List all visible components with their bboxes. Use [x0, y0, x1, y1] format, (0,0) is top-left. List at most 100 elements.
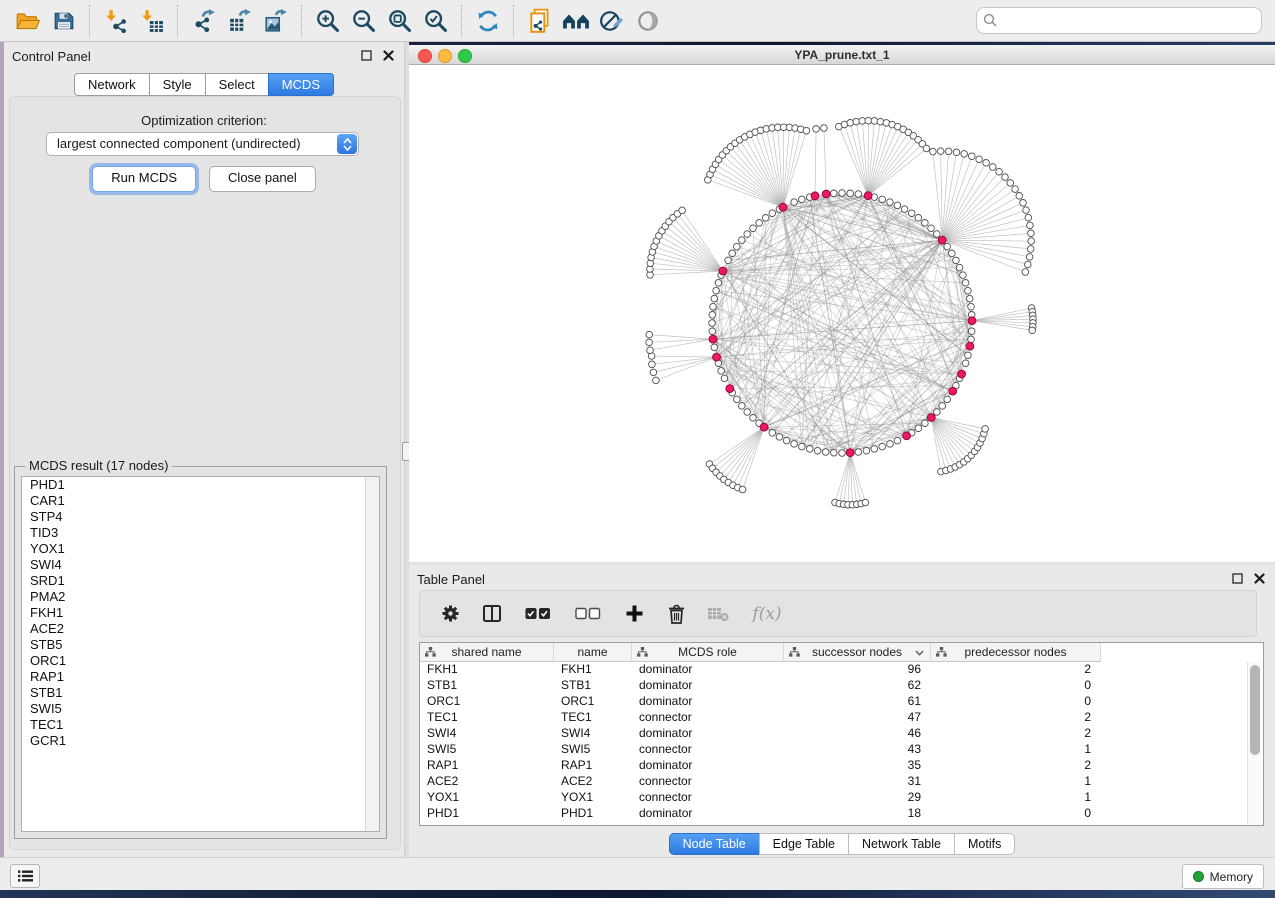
table-cell[interactable]: 2	[931, 710, 1101, 726]
function-builder-button[interactable]: f(x)	[747, 599, 787, 629]
network-node[interactable]	[863, 447, 870, 454]
first-neighbors-button[interactable]	[558, 4, 594, 38]
table-cell[interactable]: 0	[931, 694, 1101, 710]
table-tab-node-table[interactable]: Node Table	[669, 833, 760, 855]
close-panel-icon[interactable]	[383, 50, 394, 61]
table-row[interactable]: RAP1RAP1dominator352	[420, 758, 1248, 774]
table-cell[interactable]: FKH1	[554, 662, 632, 678]
network-leaf-node[interactable]	[646, 339, 653, 346]
mcds-result-item[interactable]: TEC1	[22, 717, 379, 733]
network-node[interactable]	[960, 272, 967, 279]
network-node[interactable]	[956, 264, 963, 271]
network-node[interactable]	[762, 215, 769, 222]
mcds-hub-node[interactable]	[958, 370, 966, 378]
mcds-result-item[interactable]: ORC1	[22, 653, 379, 669]
mcds-hub-node[interactable]	[713, 353, 721, 361]
table-cell[interactable]: STB1	[554, 678, 632, 694]
table-cell[interactable]: 2	[931, 726, 1101, 742]
table-cell[interactable]: 46	[784, 726, 931, 742]
network-leaf-node[interactable]	[930, 148, 937, 155]
network-leaf-node[interactable]	[813, 126, 820, 133]
table-tab-edge-table[interactable]: Edge Table	[759, 833, 849, 855]
table-row[interactable]: SWI4SWI4dominator462	[420, 726, 1248, 742]
mcds-hub-node[interactable]	[709, 335, 717, 343]
unselect-all-button[interactable]	[571, 599, 605, 629]
network-node[interactable]	[922, 420, 929, 427]
network-node[interactable]	[709, 320, 716, 327]
network-leaf-node[interactable]	[871, 118, 878, 125]
network-node[interactable]	[769, 430, 776, 437]
table-cell[interactable]: TEC1	[420, 710, 554, 726]
network-leaf-node[interactable]	[969, 153, 976, 160]
table-cell[interactable]: connector	[632, 790, 784, 806]
table-cell[interactable]: FKH1	[420, 662, 554, 678]
table-cell[interactable]: 2	[931, 662, 1101, 678]
apply-layout-button[interactable]	[470, 4, 506, 38]
table-cell[interactable]: ACE2	[554, 774, 632, 790]
network-node[interactable]	[750, 225, 757, 232]
mcds-result-item[interactable]: YOX1	[22, 541, 379, 557]
mcds-result-item[interactable]: SRD1	[22, 573, 379, 589]
network-leaf-node[interactable]	[653, 377, 660, 384]
close-panel-icon[interactable]	[1254, 573, 1265, 584]
network-leaf-node[interactable]	[862, 499, 869, 506]
mcds-result-item[interactable]: CAR1	[22, 493, 379, 509]
network-leaf-node[interactable]	[649, 361, 656, 368]
network-node[interactable]	[709, 312, 716, 319]
network-node[interactable]	[791, 199, 798, 206]
network-node[interactable]	[901, 206, 908, 213]
network-node[interactable]	[718, 368, 725, 375]
table-cell[interactable]: RAP1	[420, 758, 554, 774]
zoom-out-button[interactable]	[346, 4, 382, 38]
network-leaf-node[interactable]	[865, 117, 872, 124]
network-node[interactable]	[713, 287, 720, 294]
mcds-hub-node[interactable]	[760, 423, 768, 431]
mcds-result-item[interactable]: STB5	[22, 637, 379, 653]
mcds-hub-node[interactable]	[927, 414, 935, 422]
network-node[interactable]	[734, 396, 741, 403]
mcds-hub-node[interactable]	[726, 385, 734, 393]
network-node[interactable]	[915, 425, 922, 432]
network-node[interactable]	[721, 375, 728, 382]
network-node[interactable]	[928, 225, 935, 232]
table-row[interactable]: SWI5SWI5connector431	[420, 742, 1248, 758]
network-node[interactable]	[855, 449, 862, 456]
network-node[interactable]	[915, 215, 922, 222]
network-leaf-node[interactable]	[1028, 230, 1035, 237]
mcds-hub-node[interactable]	[966, 342, 974, 350]
table-cell[interactable]: dominator	[632, 678, 784, 694]
close-panel-button[interactable]: Close panel	[209, 166, 316, 192]
export-image-button[interactable]	[258, 4, 294, 38]
network-leaf-node[interactable]	[1022, 269, 1029, 276]
table-cell[interactable]: SWI5	[420, 742, 554, 758]
column-header-MCDS-role[interactable]: MCDS role	[632, 643, 784, 662]
network-leaf-node[interactable]	[982, 426, 989, 433]
network-node[interactable]	[750, 415, 757, 422]
table-cell[interactable]: dominator	[632, 758, 784, 774]
table-cell[interactable]: 43	[784, 742, 931, 758]
network-node[interactable]	[965, 287, 972, 294]
table-cell[interactable]: 96	[784, 662, 931, 678]
network-node[interactable]	[962, 360, 969, 367]
select-all-button[interactable]	[521, 599, 555, 629]
mcds-list-scrollbar[interactable]	[365, 477, 379, 831]
network-leaf-node[interactable]	[646, 331, 653, 338]
mcds-result-list[interactable]: PHD1CAR1STP4TID3YOX1SWI4SRD1PMA2FKH1ACE2…	[21, 476, 380, 832]
network-node[interactable]	[934, 409, 941, 416]
column-header-name[interactable]: name	[554, 643, 632, 662]
network-canvas[interactable]	[409, 65, 1275, 562]
table-cell[interactable]: 47	[784, 710, 931, 726]
network-leaf-node[interactable]	[1025, 261, 1032, 268]
network-node[interactable]	[729, 250, 736, 257]
network-node[interactable]	[855, 191, 862, 198]
table-cell[interactable]: 1	[931, 790, 1101, 806]
network-leaf-node[interactable]	[1007, 180, 1014, 187]
table-cell[interactable]: 61	[784, 694, 931, 710]
network-node[interactable]	[831, 449, 838, 456]
save-session-button[interactable]	[46, 4, 82, 38]
network-node[interactable]	[799, 196, 806, 203]
export-network-button[interactable]	[186, 4, 222, 38]
delete-table-button[interactable]	[705, 599, 731, 629]
network-leaf-node[interactable]	[1028, 238, 1035, 245]
network-leaf-node[interactable]	[1025, 214, 1032, 221]
